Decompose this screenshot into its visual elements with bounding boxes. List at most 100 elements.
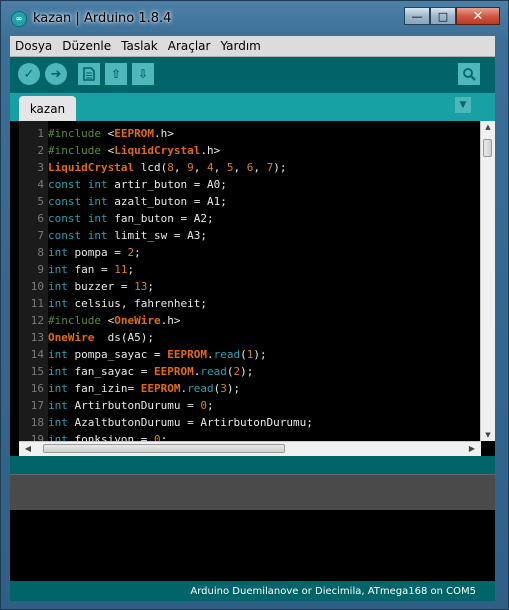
- code-token: ;: [127, 263, 135, 276]
- code-token: int: [48, 399, 68, 412]
- code-token: ,: [173, 161, 188, 174]
- line-number: 8: [37, 246, 44, 259]
- line-number: 14: [30, 348, 44, 361]
- line-number: 7: [37, 229, 44, 242]
- code-token: ,: [233, 161, 247, 174]
- code-token: (: [240, 348, 247, 361]
- save-button[interactable]: ⇩: [132, 63, 154, 85]
- scroll-up-icon[interactable]: ▲: [481, 123, 495, 131]
- line-number: 5: [37, 195, 44, 208]
- scroll-right-icon[interactable]: ▶: [465, 442, 479, 456]
- code-line[interactable]: 8 int pompa = 2;: [19, 244, 484, 261]
- editor-console-divider[interactable]: [10, 456, 495, 474]
- code-token: int: [48, 263, 68, 276]
- code-token: int: [48, 382, 68, 395]
- verify-button[interactable]: ✓: [18, 63, 40, 85]
- horizontal-scroll-thumb[interactable]: [43, 444, 285, 453]
- scroll-left-icon[interactable]: ◀: [21, 442, 35, 456]
- code-token: int: [48, 416, 68, 429]
- new-sketch-button[interactable]: [78, 63, 100, 85]
- board-port-status: Arduino Duemilanove or Diecimila, ATmega…: [190, 585, 476, 597]
- toolbar: ✓ ➜ ⇧ ⇩: [10, 57, 495, 93]
- code-token: 0: [200, 399, 207, 412]
- code-line[interactable]: 16 int fan_izin= EEPROM.read(3);: [19, 380, 484, 397]
- code-token: );: [226, 382, 241, 395]
- line-number: 18: [30, 416, 44, 429]
- code-token: EEPROM: [114, 127, 154, 140]
- code-line[interactable]: 10 int buzzer = 13;: [19, 278, 484, 295]
- arrow-right-icon: ➜: [50, 66, 62, 82]
- code-line[interactable]: 4 const int artir_buton = A0;: [19, 176, 484, 193]
- code-line[interactable]: 7 const int limit_sw = A3;: [19, 227, 484, 244]
- maximize-button[interactable]: □: [430, 7, 456, 25]
- code-token: LiquidCrystal: [48, 161, 135, 174]
- tab-kazan[interactable]: kazan: [19, 96, 76, 121]
- code-line[interactable]: 13 OneWire ds(A5);: [19, 329, 484, 346]
- code-line[interactable]: 5 const int azalt_buton = A1;: [19, 193, 484, 210]
- code-line[interactable]: 12 #include <OneWire.h>: [19, 312, 484, 329]
- line-number: 4: [37, 178, 44, 191]
- menu-file[interactable]: Dosya: [10, 39, 57, 53]
- code-token: fan_sayac =: [67, 365, 154, 378]
- code-editor[interactable]: 1 #include <EEPROM.h> 2 #include <LiquidCry…: [10, 121, 495, 456]
- vertical-scroll-thumb[interactable]: [483, 139, 492, 157]
- code-token: #include: [48, 127, 108, 140]
- line-number: 1: [37, 127, 44, 140]
- vertical-scrollbar[interactable]: ▲ ▼: [480, 121, 495, 441]
- code-line[interactable]: 18 int AzaltbutonDurumu = ArtirbutonDurum…: [19, 414, 484, 431]
- code-token: pompa =: [67, 246, 128, 259]
- code-line[interactable]: 3 LiquidCrystal lcd(8, 9, 4, 5, 6, 7);: [19, 159, 484, 176]
- upload-button[interactable]: ➜: [45, 63, 67, 85]
- code-token: int: [48, 280, 68, 293]
- arduino-window: ∞ kazan | Arduino 1.8.4 — □ ✕ Dosya Düze…: [0, 0, 509, 610]
- code-lines[interactable]: 1 #include <EEPROM.h> 2 #include <LiquidCry…: [19, 125, 493, 456]
- console-output[interactable]: [10, 510, 495, 581]
- menu-bar: Dosya Düzenle Taslak Araçlar Yardım: [10, 36, 495, 57]
- open-button[interactable]: ⇧: [105, 63, 127, 85]
- code-token: #include: [48, 144, 108, 157]
- code-line[interactable]: 11 int celsius, fahrenheit;: [19, 295, 484, 312]
- menu-sketch[interactable]: Taslak: [116, 39, 163, 53]
- menu-edit[interactable]: Düzenle: [57, 39, 116, 53]
- scroll-down-icon[interactable]: ▼: [481, 431, 495, 439]
- line-number: 10: [30, 280, 44, 293]
- code-token: .h>: [153, 127, 174, 140]
- code-token: 8: [167, 161, 174, 174]
- code-token: const int: [48, 229, 108, 242]
- tab-menu-button[interactable]: ▼: [455, 97, 471, 113]
- code-token: const int: [48, 178, 108, 191]
- title-bar[interactable]: ∞ kazan | Arduino 1.8.4 — □ ✕: [1, 1, 508, 35]
- check-icon: ✓: [23, 66, 35, 82]
- code-line[interactable]: 15 int fan_sayac = EEPROM.read(2);: [19, 363, 484, 380]
- code-line[interactable]: 2 #include <LiquidCrystal.h>: [19, 142, 484, 159]
- code-line[interactable]: 17 int ArtirbutonDurumu = 0;: [19, 397, 484, 414]
- status-bar: Arduino Duemilanove or Diecimila, ATmega…: [10, 581, 495, 601]
- window-title: kazan | Arduino 1.8.4: [33, 11, 172, 26]
- arrow-up-icon: ⇧: [110, 67, 122, 81]
- code-token: ,: [213, 161, 227, 174]
- serial-monitor-button[interactable]: [458, 63, 480, 85]
- code-line[interactable]: 14 int pompa_sayac = EEPROM.read(1);: [19, 346, 484, 363]
- code-token: int: [48, 297, 68, 310]
- line-number: 11: [30, 297, 44, 310]
- code-line[interactable]: 6 const int fan_buton = A2;: [19, 210, 484, 227]
- line-number: 15: [30, 365, 44, 378]
- code-line[interactable]: 9 int fan = 11;: [19, 261, 484, 278]
- code-token: ds(A5);: [94, 331, 154, 344]
- menu-tools[interactable]: Araçlar: [163, 39, 216, 53]
- menu-help[interactable]: Yardım: [215, 39, 265, 53]
- code-line[interactable]: 1 #include <EEPROM.h>: [19, 125, 493, 142]
- minimize-button[interactable]: —: [404, 7, 430, 25]
- arrow-down-icon: ⇩: [137, 67, 149, 81]
- message-area: [10, 474, 495, 511]
- code-token: celsius, fahrenheit;: [67, 297, 207, 310]
- code-token: int: [48, 246, 68, 259]
- horizontal-scrollbar[interactable]: ◀ ▶: [19, 441, 481, 456]
- code-token: fan_izin=: [67, 382, 141, 395]
- code-token: read: [213, 348, 241, 361]
- code-token: lcd(: [134, 161, 168, 174]
- code-token: ,: [193, 161, 207, 174]
- code-token: EEPROM: [153, 365, 194, 378]
- close-button[interactable]: ✕: [456, 7, 500, 25]
- code-token: read: [200, 365, 227, 378]
